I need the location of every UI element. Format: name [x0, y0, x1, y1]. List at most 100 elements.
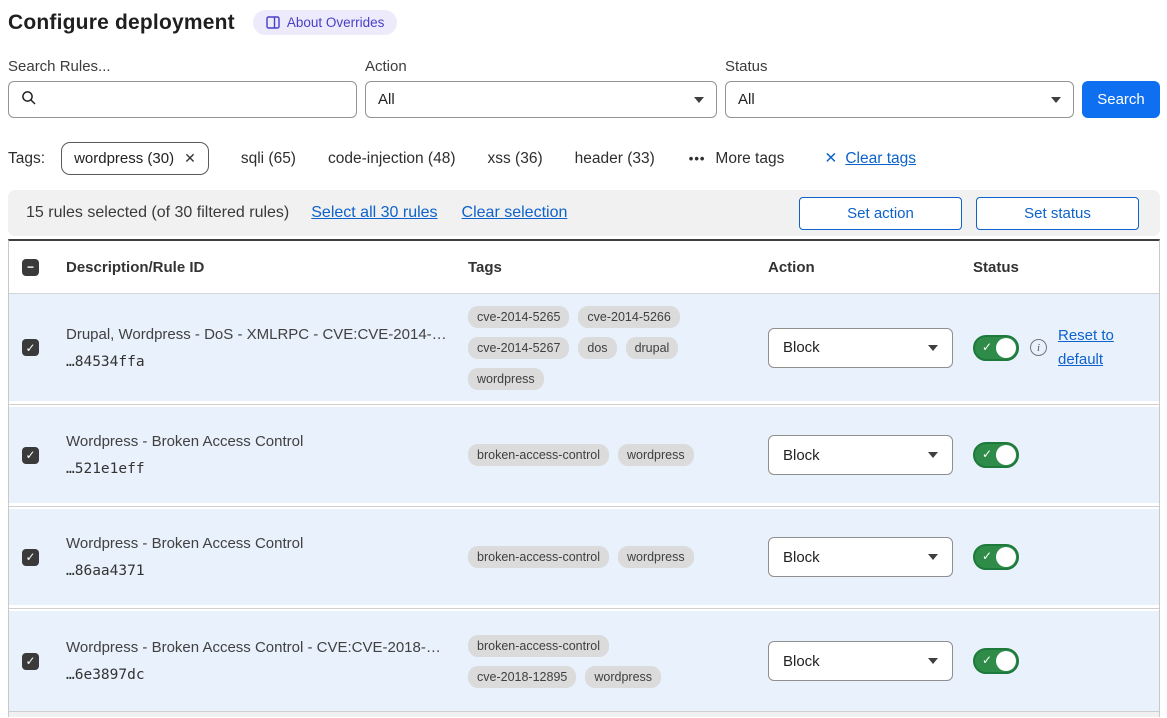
search-button[interactable]: Search [1082, 81, 1160, 118]
search-field: Search Rules... [8, 58, 357, 118]
rule-id: …86aa4371 [66, 563, 450, 579]
column-header-action: Action [768, 259, 973, 276]
filters-row: Search Rules... Action All Status All Se… [8, 58, 1160, 118]
tag-chip: cve-2014-5265 [468, 306, 569, 328]
status-filter-label: Status [725, 58, 1074, 75]
rule-description: Wordpress - Broken Access Control [66, 433, 450, 450]
action-select[interactable]: Block [768, 328, 953, 368]
more-tags-button[interactable]: ••• More tags [689, 150, 785, 168]
rule-action-cell: Block [768, 537, 973, 577]
about-overrides-badge[interactable]: About Overrides [253, 10, 398, 35]
rule-action-cell: Block [768, 641, 973, 681]
toggle-knob [996, 338, 1016, 358]
status-filter-value: All [738, 91, 755, 108]
rule-tags-cell: broken-access-control wordpress [468, 546, 720, 568]
rule-description: Drupal, Wordpress - DoS - XMLRPC - CVE:C… [66, 326, 450, 343]
column-header-status: Status [973, 259, 1159, 276]
rule-status-cell: ✓ [973, 442, 1159, 468]
rule-description-cell: Wordpress - Broken Access Control - CVE:… [66, 639, 468, 683]
clear-tags-link[interactable]: ✕ Clear tags [824, 149, 916, 168]
info-icon[interactable]: i [1030, 339, 1047, 356]
rule-description: Wordpress - Broken Access Control - CVE:… [66, 639, 450, 656]
row-checkbox[interactable]: ✓ [22, 653, 39, 670]
tag-link-code-injection[interactable]: code-injection (48) [328, 150, 456, 168]
bulk-action-buttons: Set action Set status [799, 197, 1142, 230]
set-status-button[interactable]: Set status [976, 197, 1139, 230]
tag-link-sqli[interactable]: sqli (65) [241, 150, 296, 168]
action-value: Block [783, 339, 820, 356]
status-toggle-on[interactable]: ✓ [973, 335, 1019, 361]
rule-id: …84534ffa [66, 354, 450, 370]
status-filter-field: Status All [725, 58, 1074, 118]
rule-status-cell: ✓ [973, 648, 1159, 674]
page-title: Configure deployment [8, 11, 235, 35]
search-input[interactable] [45, 91, 344, 108]
tag-chip: wordpress [618, 444, 694, 466]
tag-chip: cve-2018-12895 [468, 666, 576, 688]
check-icon: ✓ [982, 549, 992, 563]
tags-bar: Tags: wordpress (30) ✕ sqli (65) code-in… [8, 142, 1160, 175]
rules-table: − Description/Rule ID Tags Action Status… [8, 239, 1160, 717]
status-toggle-on[interactable]: ✓ [973, 442, 1019, 468]
status-toggle-on[interactable]: ✓ [973, 544, 1019, 570]
rule-description-cell: Wordpress - Broken Access Control …86aa4… [66, 535, 468, 579]
tag-chip: broken-access-control [468, 444, 609, 466]
rule-id: …6e3897dc [66, 667, 450, 683]
action-filter-select[interactable]: All [365, 81, 717, 118]
selected-tag-label: wordpress (30) [74, 150, 174, 167]
status-toggle-on[interactable]: ✓ [973, 648, 1019, 674]
action-select[interactable]: Block [768, 537, 953, 577]
toggle-knob [996, 547, 1016, 567]
action-value: Block [783, 549, 820, 566]
action-select[interactable]: Block [768, 435, 953, 475]
tag-chip: dos [578, 337, 616, 359]
page-header: Configure deployment About Overrides [8, 10, 1160, 35]
rule-description-cell: Drupal, Wordpress - DoS - XMLRPC - CVE:C… [66, 326, 468, 370]
chevron-down-icon [694, 97, 704, 103]
select-all-checkbox[interactable]: − [22, 259, 39, 276]
rule-description-cell: Wordpress - Broken Access Control …521e1… [66, 433, 468, 477]
rule-tags-cell: broken-access-control wordpress [468, 444, 720, 466]
tags-label: Tags: [8, 150, 45, 168]
tag-chip: broken-access-control [468, 546, 609, 568]
tag-link-header[interactable]: header (33) [575, 150, 655, 168]
selected-tag-chip-wordpress[interactable]: wordpress (30) ✕ [61, 142, 209, 175]
chevron-down-icon [928, 345, 938, 351]
table-row: ✓ Wordpress - Broken Access Control - CV… [9, 611, 1159, 711]
reset-to-default-link[interactable]: Reset to default [1058, 324, 1124, 372]
rule-description: Wordpress - Broken Access Control [66, 535, 450, 552]
rule-action-cell: Block [768, 435, 973, 475]
tag-link-xss[interactable]: xss (36) [488, 150, 543, 168]
column-header-tags: Tags [468, 259, 768, 276]
action-filter-value: All [378, 91, 395, 108]
check-icon: ✓ [982, 340, 992, 354]
tag-chip: broken-access-control [468, 635, 609, 657]
tag-chip: wordpress [468, 368, 544, 390]
search-icon [21, 90, 37, 110]
action-value: Block [783, 447, 820, 464]
chevron-down-icon [928, 554, 938, 560]
row-checkbox[interactable]: ✓ [22, 447, 39, 464]
remove-tag-icon[interactable]: ✕ [184, 150, 196, 167]
clear-selection-link[interactable]: Clear selection [462, 204, 568, 222]
row-checkbox[interactable]: ✓ [22, 549, 39, 566]
book-icon [266, 16, 280, 29]
action-select[interactable]: Block [768, 641, 953, 681]
row-checkbox[interactable]: ✓ [22, 339, 39, 356]
set-action-button[interactable]: Set action [799, 197, 962, 230]
status-filter-select[interactable]: All [725, 81, 1074, 118]
table-footer-edge [9, 711, 1159, 717]
table-header-row: − Description/Rule ID Tags Action Status [9, 241, 1159, 294]
rule-action-cell: Block [768, 328, 973, 368]
rule-tags-cell: cve-2014-5265 cve-2014-5266 cve-2014-526… [468, 306, 720, 390]
check-icon: ✓ [982, 447, 992, 461]
select-all-link[interactable]: Select all 30 rules [311, 204, 437, 222]
rule-status-cell: ✓ [973, 544, 1159, 570]
search-rules-label: Search Rules... [8, 58, 357, 75]
table-row: ✓ Wordpress - Broken Access Control …521… [9, 407, 1159, 503]
chevron-down-icon [928, 658, 938, 664]
selection-summary: 15 rules selected (of 30 filtered rules) [26, 204, 289, 222]
column-header-description: Description/Rule ID [66, 259, 468, 276]
chevron-down-icon [928, 452, 938, 458]
selection-bar: 15 rules selected (of 30 filtered rules)… [8, 190, 1160, 236]
